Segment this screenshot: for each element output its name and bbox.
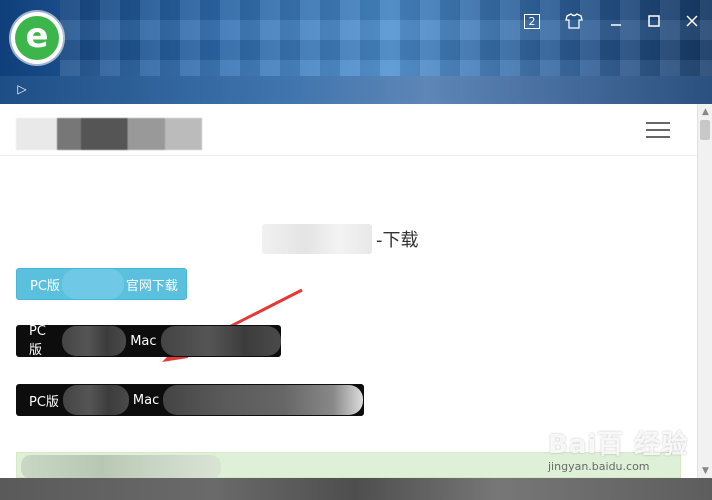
close-icon-svg xyxy=(686,15,698,27)
pixelated-app-name xyxy=(262,224,372,254)
baidu-jingyan-watermark: Bai百 经验 jingyan.baidu.com xyxy=(548,424,708,474)
pixelated-site-logo[interactable] xyxy=(16,118,202,150)
button-label-mac: Mac xyxy=(130,333,157,349)
vertical-scrollbar[interactable]: ▲ ▼ xyxy=(697,104,712,478)
pixelated-app-name xyxy=(61,269,124,299)
browser-logo[interactable]: e xyxy=(11,12,63,64)
watermark-site: jingyan.baidu.com xyxy=(548,460,650,473)
pc-mac-download-button[interactable]: PC版 Mac xyxy=(16,384,364,416)
pixelated-app-name xyxy=(62,385,129,415)
pc-mac-download-button[interactable]: PC版 Mac xyxy=(16,325,281,357)
button-label-mac: Mac xyxy=(132,392,160,408)
button-label-suffix: 官网下载 xyxy=(125,278,178,294)
pixelated-app-name xyxy=(160,326,281,356)
maximize-icon-svg xyxy=(648,15,660,27)
maximize-icon[interactable] xyxy=(642,10,666,32)
button-label-prefix: PC版 xyxy=(29,325,46,357)
menu-line xyxy=(646,136,670,138)
button-label-prefix: PC版 xyxy=(29,394,59,410)
watermark-logo: Bai百 经验 xyxy=(548,430,689,460)
scroll-up-icon[interactable]: ▲ xyxy=(698,104,712,119)
browser-logo-letter: e xyxy=(15,16,59,60)
pixelated-status-bar xyxy=(0,478,712,500)
close-icon[interactable] xyxy=(680,10,704,32)
button-label-prefix: PC版 xyxy=(30,278,60,294)
pixelated-address-bar[interactable] xyxy=(0,76,712,104)
pc-official-download-button[interactable]: PC版 官网下载 xyxy=(16,268,187,300)
pixelated-notice-text xyxy=(21,455,221,478)
pixelated-app-name xyxy=(163,385,364,415)
menu-line xyxy=(646,122,670,124)
scroll-thumb[interactable] xyxy=(700,120,710,140)
minimize-icon-svg xyxy=(611,24,621,26)
tshirt-icon[interactable] xyxy=(562,10,586,32)
tab-count-button[interactable]: 2 xyxy=(520,10,544,32)
sidebar-toggle-icon[interactable]: ▷ xyxy=(14,80,30,98)
minimize-icon[interactable] xyxy=(604,10,628,32)
page-heading: -下载 xyxy=(262,224,442,254)
screenshot-frame: e 2 ▷ -下载 PC版 官网下载 PC版 Mac PC版 Mac ▲ ▼ B… xyxy=(0,0,712,500)
menu-line xyxy=(646,129,670,131)
heading-suffix: -下载 xyxy=(376,230,419,251)
hamburger-menu-icon[interactable] xyxy=(646,122,670,138)
web-page: -下载 PC版 官网下载 PC版 Mac PC版 Mac xyxy=(0,104,697,478)
site-header xyxy=(0,104,697,156)
tshirt-icon-svg xyxy=(565,13,583,29)
pixelated-app-name xyxy=(62,326,127,356)
tab-count-badge: 2 xyxy=(524,13,540,29)
